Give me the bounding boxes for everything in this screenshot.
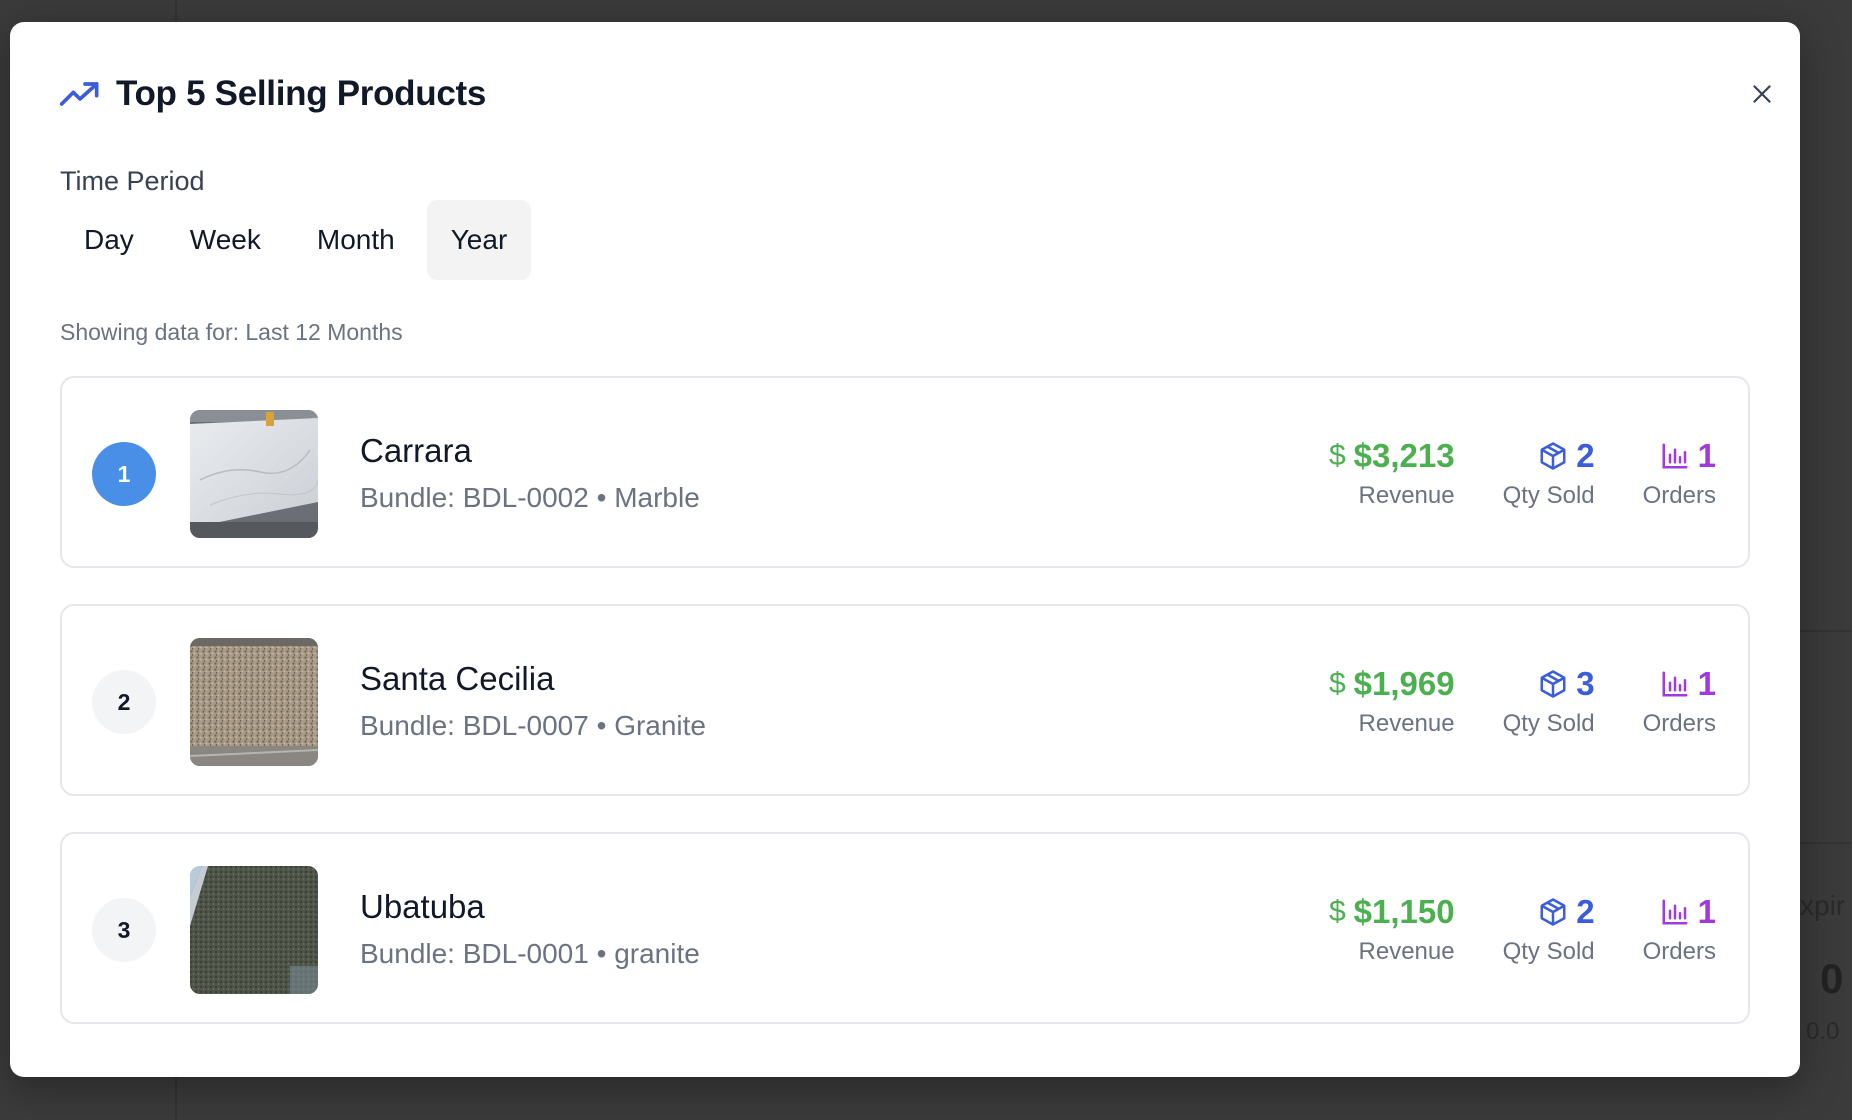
trending-up-icon [60, 74, 100, 114]
modal-title: Top 5 Selling Products [116, 74, 487, 113]
orders-stat: 1 Orders [1643, 664, 1716, 738]
close-button[interactable] [1742, 74, 1782, 114]
qty-stat: 2 Qty Sold [1503, 436, 1595, 510]
product-subtitle: Bundle: BDL-0002 • Marble [360, 482, 700, 513]
package-icon [1540, 442, 1566, 470]
product-name: Ubatuba [360, 888, 485, 925]
revenue-value: $1,150 [1353, 893, 1455, 930]
tab-month[interactable]: Month [293, 200, 419, 280]
qty-value: 2 [1576, 893, 1595, 930]
package-icon [1540, 898, 1566, 926]
background-peek-text: 0.0 [1806, 1018, 1840, 1045]
top-products-modal: Top 5 Selling Products Time Period Day W… [10, 22, 1800, 1077]
orders-label: Orders [1642, 938, 1716, 965]
dollar-icon: $ [1328, 667, 1346, 700]
product-thumbnail [190, 410, 318, 538]
tab-day[interactable]: Day [60, 200, 158, 280]
bar-chart-icon [1662, 899, 1688, 925]
revenue-label: Revenue [1358, 710, 1455, 737]
product-stats: $ $1,150 Revenue 2 Qty Sold 1 Orders [1281, 892, 1716, 966]
product-subtitle: Bundle: BDL-0001 • granite [360, 938, 700, 969]
revenue-stat: $ $1,150 Revenue [1329, 892, 1455, 966]
product-thumbnail [190, 866, 318, 994]
orders-label: Orders [1642, 482, 1716, 509]
modal-header: Top 5 Selling Products [60, 74, 486, 114]
qty-value: 2 [1576, 437, 1595, 474]
dollar-icon: $ [1328, 895, 1346, 928]
qty-stat: 2 Qty Sold [1503, 892, 1595, 966]
rank-badge: 3 [92, 898, 156, 962]
dollar-icon: $ [1328, 439, 1346, 472]
revenue-value: $1,969 [1353, 665, 1455, 702]
orders-stat: 1 Orders [1643, 892, 1716, 966]
product-subtitle: Bundle: BDL-0007 • Granite [360, 710, 707, 741]
background-divider [1800, 630, 1852, 632]
product-name: Carrara [360, 432, 472, 469]
background-peek-text: 0 [1820, 955, 1844, 1002]
product-card[interactable]: 1 Carrara Bundle: BDL-0002 • Marble $ $3… [60, 376, 1750, 568]
product-stats: $ $3,213 Revenue 2 Qty Sold 1 Orders [1281, 436, 1716, 510]
product-name: Santa Cecilia [360, 660, 555, 697]
close-icon [1753, 85, 1771, 103]
showing-data-text: Showing data for: Last 12 Months [60, 319, 403, 345]
package-icon [1540, 670, 1566, 698]
orders-stat: 1 Orders [1643, 436, 1716, 510]
orders-label: Orders [1642, 710, 1716, 737]
qty-stat: 3 Qty Sold [1503, 664, 1595, 738]
rank-badge: 1 [92, 442, 156, 506]
qty-label: Qty Sold [1502, 710, 1595, 737]
revenue-stat: $ $3,213 Revenue [1329, 436, 1455, 510]
background-peek-text: xpir [1800, 890, 1846, 921]
tab-week[interactable]: Week [166, 200, 285, 280]
bar-chart-icon [1662, 671, 1688, 697]
revenue-value: $3,213 [1353, 437, 1455, 474]
product-card[interactable]: 3 Ubatuba Bundle: BDL-0001 • granite $ $… [60, 832, 1750, 1024]
bar-chart-icon [1662, 443, 1688, 469]
revenue-stat: $ $1,969 Revenue [1329, 664, 1455, 738]
time-period-label: Time Period [60, 166, 205, 196]
revenue-label: Revenue [1358, 938, 1455, 965]
time-period-tabs: Day Week Month Year [60, 200, 539, 280]
revenue-label: Revenue [1358, 482, 1455, 509]
product-thumbnail [190, 638, 318, 766]
qty-label: Qty Sold [1502, 938, 1595, 965]
product-card[interactable]: 2 Santa Cecilia Bundle: BDL-0007 • Grani… [60, 604, 1750, 796]
rank-badge: 2 [92, 670, 156, 734]
orders-value: 1 [1697, 437, 1716, 474]
background-divider [1800, 842, 1852, 844]
orders-value: 1 [1697, 665, 1716, 702]
orders-value: 1 [1697, 893, 1716, 930]
qty-value: 3 [1576, 665, 1595, 702]
qty-label: Qty Sold [1502, 482, 1595, 509]
product-stats: $ $1,969 Revenue 3 Qty Sold 1 Orders [1281, 664, 1716, 738]
tab-year[interactable]: Year [426, 200, 532, 280]
